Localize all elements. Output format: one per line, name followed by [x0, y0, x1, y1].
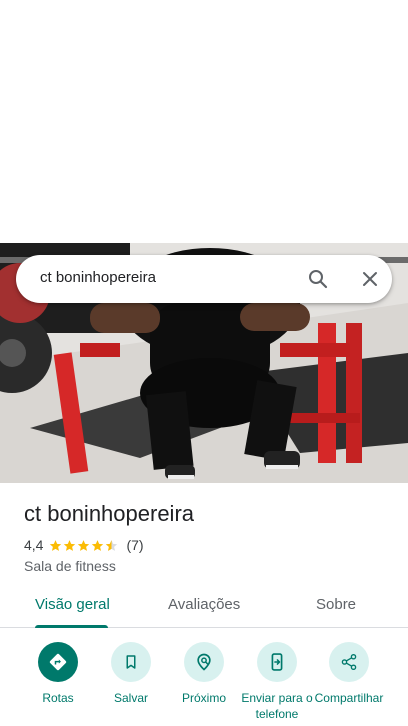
search-bar[interactable]: ct boninhopereira	[16, 255, 392, 303]
share-label: Compartilhar	[314, 691, 384, 705]
tab-about[interactable]: Sobre	[316, 596, 356, 613]
star-full-icon	[78, 539, 90, 551]
action-buttons: Rotas Salvar Próximo Enviar para o telef…	[0, 640, 408, 726]
send-to-phone-icon	[257, 642, 297, 682]
star-full-icon	[50, 539, 62, 551]
map-area-blank	[0, 0, 408, 243]
share-button[interactable]: Compartilhar	[309, 642, 389, 706]
star-full-icon	[92, 539, 104, 551]
review-count[interactable]: (7)	[126, 537, 143, 553]
active-tab-indicator	[35, 625, 108, 628]
star-rating	[49, 539, 119, 552]
save-button[interactable]: Salvar	[91, 642, 171, 706]
rating-value: 4,4	[24, 537, 44, 553]
star-half-icon	[106, 539, 118, 551]
tab-overview[interactable]: Visão geral	[35, 596, 110, 613]
close-icon[interactable]	[358, 267, 382, 291]
rating-row[interactable]: 4,4 (7)	[24, 536, 394, 554]
place-category: Sala de fitness	[24, 558, 116, 574]
directions-button[interactable]: Rotas	[18, 642, 98, 706]
star-full-icon	[64, 539, 76, 551]
save-label: Salvar	[113, 691, 148, 705]
search-query-text[interactable]: ct boninhopereira	[40, 269, 156, 286]
directions-label: Rotas	[42, 691, 74, 705]
send-to-phone-button[interactable]: Enviar para o telefone	[237, 642, 317, 722]
nearby-button[interactable]: Próximo	[164, 642, 244, 706]
nearby-icon	[184, 642, 224, 682]
tab-bar: Visão geral Avaliações Sobre	[0, 588, 408, 628]
send-to-phone-label: Enviar para o telefone	[241, 691, 313, 721]
share-icon	[329, 642, 369, 682]
place-title: ct boninhopereira	[24, 501, 195, 526]
nearby-label: Próximo	[181, 691, 226, 705]
place-info: ct boninhopereira 4,4 (7) Sala de fitnes…	[24, 500, 394, 574]
search-icon[interactable]	[306, 267, 330, 291]
bookmark-icon	[111, 642, 151, 682]
directions-icon	[38, 642, 78, 682]
tab-reviews[interactable]: Avaliações	[168, 596, 240, 613]
